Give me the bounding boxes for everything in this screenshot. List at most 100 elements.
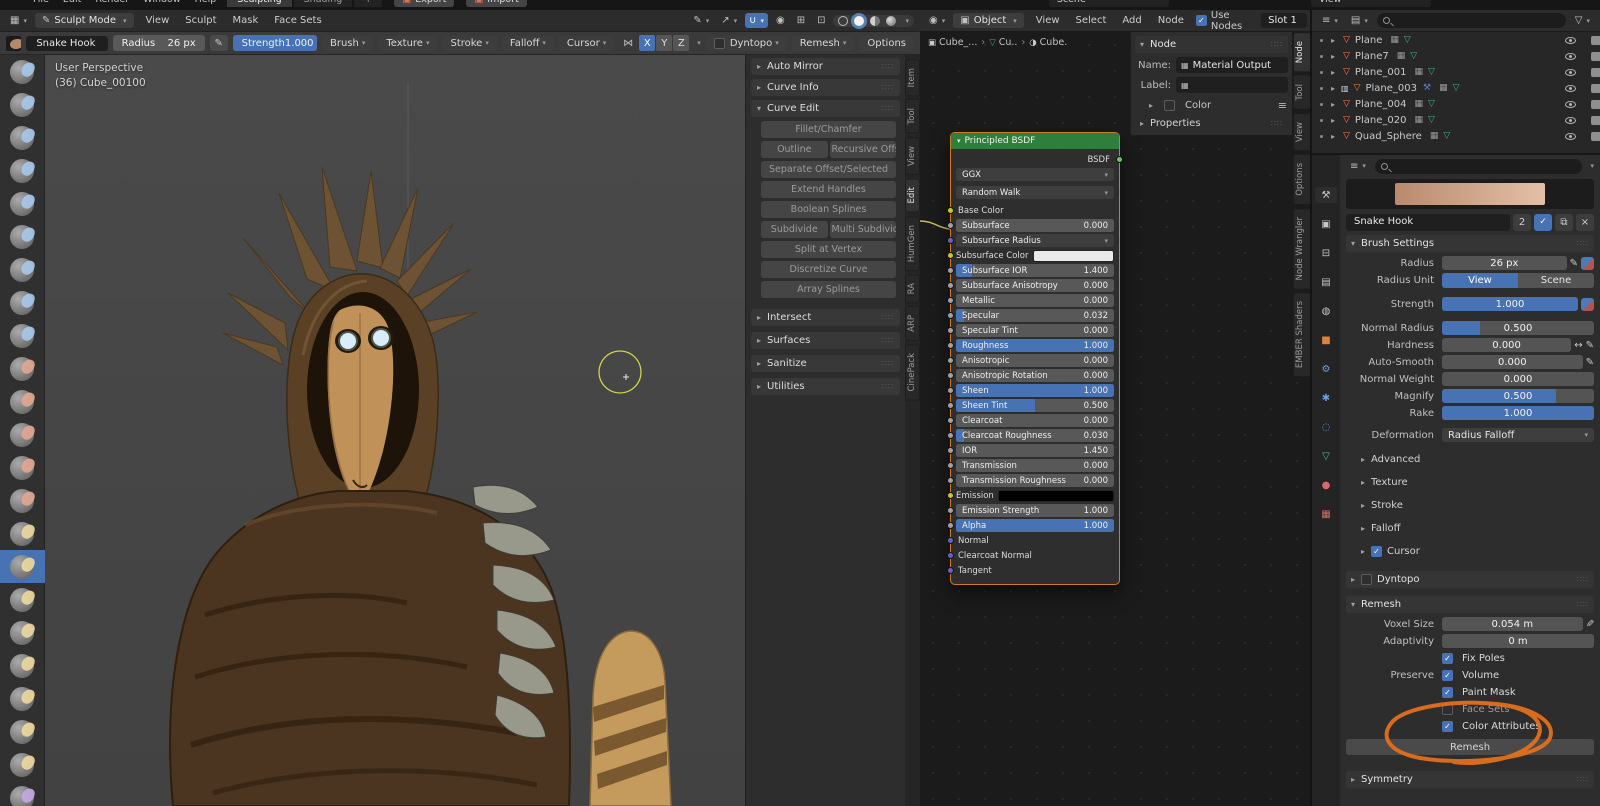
properties-search[interactable] [1374,158,1583,174]
node-header[interactable]: ▾ Principled BSDF [951,133,1119,149]
input-socket[interactable] [947,342,954,349]
pen-icon[interactable]: ✎ [1586,357,1594,368]
shading-dropdown-icon[interactable]: ▾ [905,17,909,25]
expand-icon[interactable]: ▸ [1331,132,1341,141]
node-color-checkbox[interactable] [1164,100,1175,111]
expand-icon[interactable]: ▸ [1331,100,1341,109]
panel-texture[interactable]: ▸ Texture [1356,475,1594,490]
node-slider[interactable]: Clearcoat 0.000 [956,414,1114,427]
input-socket[interactable] [947,537,954,544]
panel-header-intersect[interactable]: ▸ Intersect ∷∷ [751,309,900,326]
node-slider[interactable]: Subsurface Anisotropy 0.000 [956,279,1114,292]
hide-viewport-eye-icon[interactable] [1565,133,1576,140]
input-socket[interactable] [947,507,954,514]
expand-icon[interactable]: ▸ [1331,116,1341,125]
material-slot-field[interactable]: Slot 1 [1261,13,1307,28]
brush-thumbnail[interactable] [6,35,22,51]
slider-magnify[interactable]: 0.500 [1442,389,1594,403]
3d-viewport[interactable]: User Perspective (36) Cube_00100 [45,55,745,806]
expand-icon[interactable]: ▸ [1331,52,1341,61]
tool-dropdown-cursor[interactable]: Cursor ▾ [558,35,615,51]
remesh-button[interactable]: Remesh [1346,739,1594,755]
properties-tab-object[interactable]: ■ [1315,332,1337,348]
panel-falloff[interactable]: ▸ Falloff [1356,521,1594,536]
sidebar-tab-arp[interactable]: ARP [905,306,920,342]
button-fillet-chamfer[interactable]: Fillet/Chamfer [761,121,896,138]
slider-rake[interactable]: 1.000 [1442,406,1594,420]
disable-render-camera-icon[interactable] [1591,116,1600,125]
brush-tool-smooth[interactable] [0,352,45,385]
properties-tab-texture[interactable]: ▦ [1315,506,1337,522]
node-slider[interactable]: Specular 0.032 [956,309,1114,322]
button-split-at-vertex[interactable]: Split at Vertex [761,241,896,258]
brush-tool-fill[interactable] [0,418,45,451]
panel-symmetry[interactable]: ▸ Symmetry ∷∷ [1346,771,1594,788]
xray-button[interactable]: ⊡ [813,13,829,28]
input-socket[interactable] [947,267,954,274]
panel-header-utilities[interactable]: ▸ Utilities ∷∷ [751,378,900,395]
slider-strength[interactable]: 1.000 [1442,297,1578,311]
mirror-axis-z[interactable]: Z [673,35,690,51]
properties-tab-render[interactable]: ▣ [1315,216,1337,232]
paint-mask-checkbox[interactable]: ✓ [1442,686,1453,698]
brush-tool-pose[interactable] [0,649,45,682]
outliner-item-plane7[interactable]: ▸ ▽ Plane7 ▦ ▽ [1312,48,1600,64]
brush-users-count[interactable]: 2 [1513,213,1531,231]
disable-render-camera-icon[interactable] [1591,36,1600,45]
brush-tool-clay-strips[interactable] [0,154,45,187]
sidebar-tab-item[interactable]: Item [905,59,920,97]
rendered-shading-button[interactable] [886,15,897,26]
brush-name-field[interactable]: Snake Hook [1346,213,1510,231]
deformation-dropdown[interactable]: Radius Falloff ▾ [1442,428,1594,442]
slider-adaptivity[interactable]: 0 m [1442,634,1594,648]
panel-header-curve-info[interactable]: ▸ Curve Info ∷∷ [751,79,900,96]
panel-cursor[interactable]: ▸ ✓ Cursor [1356,544,1594,559]
brush-tool-clay[interactable] [0,121,45,154]
color-swatch[interactable] [997,489,1114,502]
outliner-item-plane-004[interactable]: ▸ ▽ Plane_004 ▦ ▽ [1312,96,1600,112]
fake-user-shield-button[interactable]: ✓ [1534,213,1552,231]
breadcrumb-item-cube[interactable]: ◑ Cube. [1029,37,1067,48]
menu-edit[interactable]: Edit [56,0,88,5]
hide-viewport-eye-icon[interactable] [1565,37,1576,44]
input-socket[interactable] [947,357,954,364]
expand-icon[interactable]: ▸ [1331,68,1341,77]
shader-menu-node[interactable]: Node [1150,13,1192,28]
button-separate-offset-selected[interactable]: Separate Offset/Selected [761,161,896,178]
input-socket[interactable] [947,417,954,424]
node-slider[interactable]: IOR 1.450 [956,444,1114,457]
panel-header-sanitize[interactable]: ▸ Sanitize ∷∷ [751,355,900,372]
tool-dropdown-texture[interactable]: Texture ▾ [378,35,438,51]
node-slider[interactable]: Clearcoat Roughness 0.030 [956,429,1114,442]
workspace-tab-sculpting[interactable]: Sculpting [227,0,292,7]
fix-poles-checkbox[interactable]: ✓ [1442,652,1453,664]
hide-viewport-eye-icon[interactable] [1565,53,1576,60]
outliner-filter-button[interactable]: ▽ ▾ [1571,13,1594,28]
node-slider[interactable]: Anisotropic Rotation 0.000 [956,369,1114,382]
hide-viewport-eye-icon[interactable] [1565,101,1576,108]
tool-dropdown-stroke[interactable]: Stroke ▾ [442,35,497,51]
input-socket[interactable] [947,492,954,499]
node-slider[interactable]: Sheen 1.000 [956,384,1114,397]
input-socket[interactable] [947,372,954,379]
node-name-field[interactable]: ▦ Material Output [1176,57,1288,73]
outliner-item-plane-020[interactable]: ▸ ▽ Plane_020 ▦ ▽ [1312,112,1600,128]
color-attributes-checkbox[interactable]: ✓ [1442,720,1453,732]
panel-advanced[interactable]: ▸ Advanced [1356,452,1594,467]
node-panel-header[interactable]: ▾ Node ∷∷ [1135,36,1288,53]
radius-unit-view[interactable]: View [1442,272,1518,288]
tool-dropdown-brush[interactable]: Brush ▾ [321,35,374,51]
editor-type-button[interactable]: ▦ ▾ [6,13,31,28]
panel-header-curve-edit[interactable]: ▾ Curve Edit ∷∷ [751,100,900,117]
brush-tool-draw[interactable] [0,55,45,88]
shader-menu-view[interactable]: View [1028,13,1068,28]
input-socket[interactable] [947,387,954,394]
use-nodes-toggle[interactable]: ✓ Use Nodes [1195,10,1253,32]
node-distribution-dropdown[interactable]: GGX ▾ [956,168,1114,181]
input-socket[interactable] [947,402,954,409]
unlink-brush-button[interactable]: × [1576,213,1594,231]
input-socket[interactable] [947,222,954,229]
workspace-tab-shading[interactable]: Shading [293,0,353,7]
menu-render[interactable]: Render [88,0,136,5]
pen-icon[interactable]: ✎ [1586,340,1594,351]
